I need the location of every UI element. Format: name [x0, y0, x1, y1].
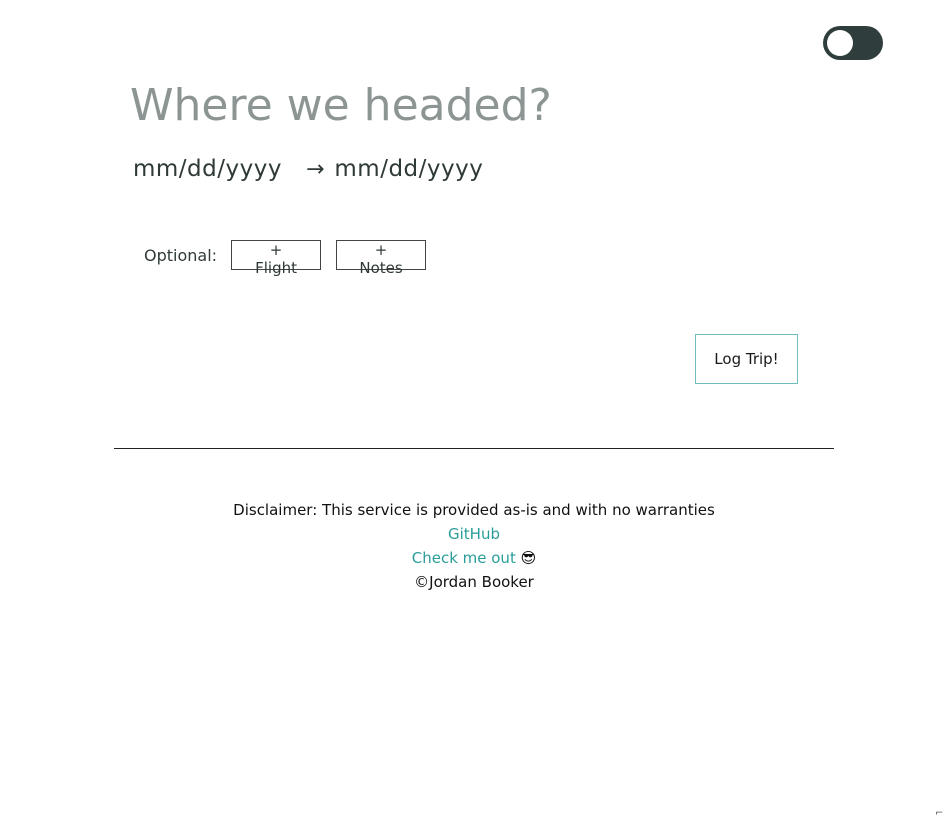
optional-row: Optional: + Flight + Notes: [144, 240, 441, 277]
log-trip-button[interactable]: Log Trip!: [695, 334, 798, 384]
resize-grip-icon: ⌐: [935, 808, 944, 818]
toggle-knob: [827, 30, 853, 56]
arrow-right-icon: →: [305, 156, 325, 182]
destination-input[interactable]: [130, 72, 690, 138]
copyright-text: ©Jordan Booker: [414, 573, 534, 591]
page: mm/dd/yyyy → mm/dd/yyyy Optional: + Flig…: [0, 0, 947, 818]
divider: [114, 448, 834, 449]
disclaimer-text: Disclaimer: This service is provided as-…: [233, 501, 715, 519]
check-me-out-link[interactable]: Check me out: [412, 549, 516, 567]
optional-label: Optional:: [144, 245, 218, 265]
footer: Disclaimer: This service is provided as-…: [114, 498, 834, 594]
start-date-input[interactable]: mm/dd/yyyy: [133, 156, 282, 182]
end-date-input[interactable]: mm/dd/yyyy: [334, 156, 483, 182]
sunglasses-emoji-icon: 😎: [520, 549, 537, 567]
add-flight-button[interactable]: + Flight: [231, 240, 322, 277]
github-link[interactable]: GitHub: [448, 525, 500, 543]
theme-toggle[interactable]: [823, 26, 883, 60]
date-range: mm/dd/yyyy → mm/dd/yyyy: [133, 156, 483, 182]
add-notes-button[interactable]: + Notes: [336, 240, 427, 277]
